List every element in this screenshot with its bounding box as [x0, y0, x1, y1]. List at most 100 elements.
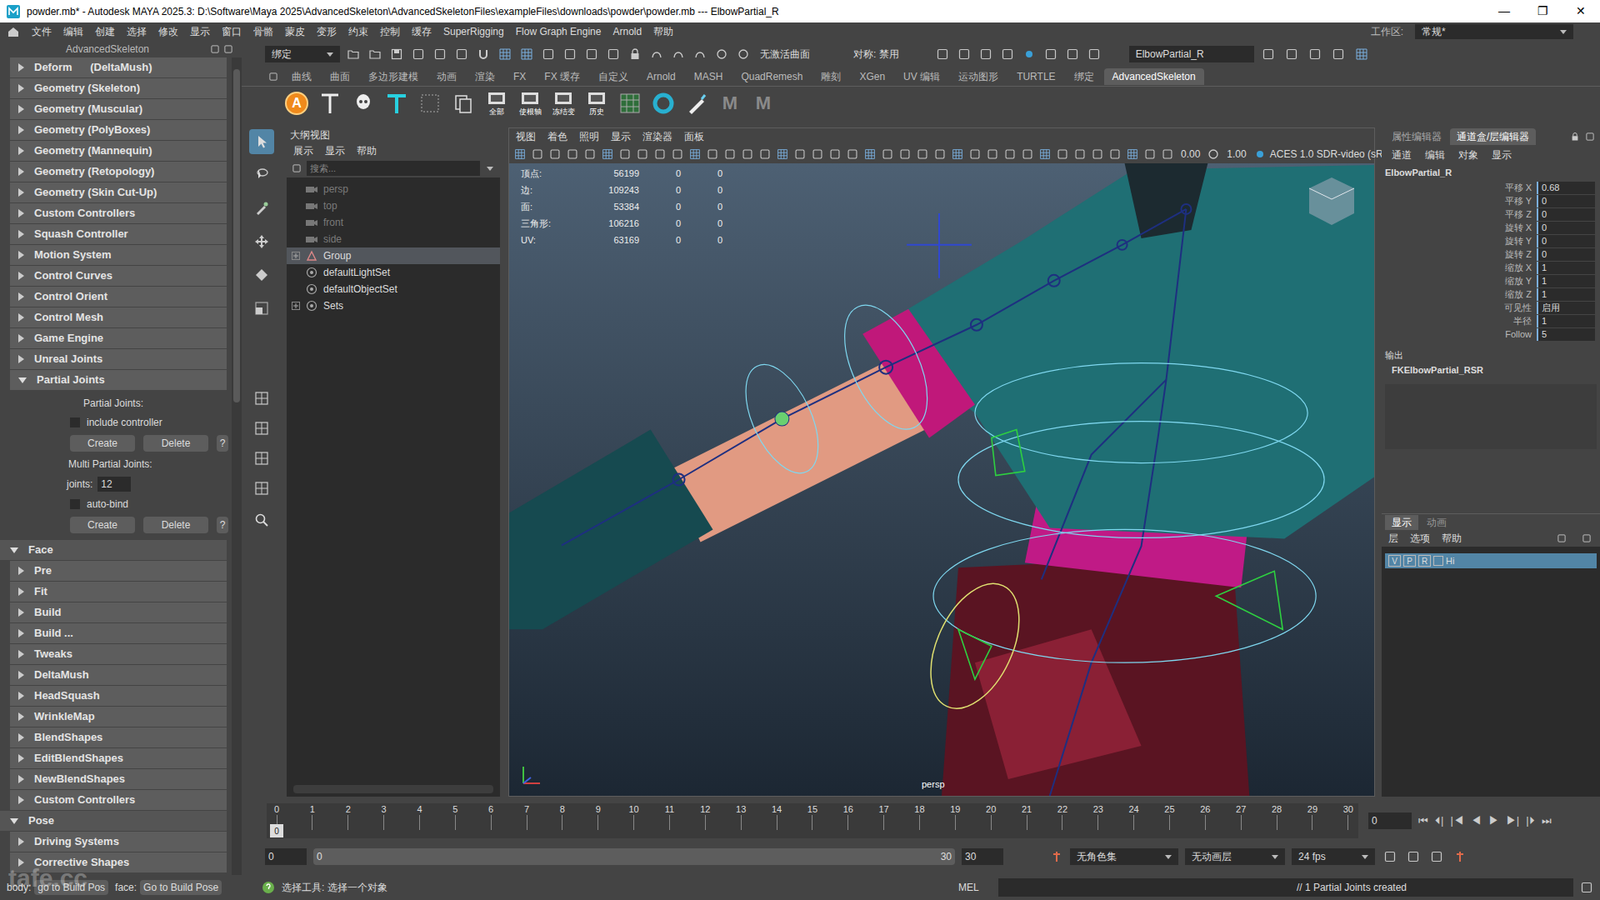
scroll-thumb[interactable]	[233, 69, 240, 403]
playback-button[interactable]: ▶	[1488, 812, 1500, 830]
viewport-menu-item[interactable]: 着色	[547, 129, 568, 145]
panel-tool-icon[interactable]	[828, 148, 842, 160]
section-header[interactable]: HeadSquash	[10, 685, 227, 706]
expand-arrow-icon[interactable]	[18, 691, 25, 700]
panel-tool-icon[interactable]	[688, 148, 702, 160]
channel-row[interactable]: 平移 Y0	[1381, 194, 1600, 208]
panel-tool-icon[interactable]	[968, 148, 982, 160]
shelf-tab[interactable]: 绑定	[1065, 68, 1103, 85]
outliner-item[interactable]: persp	[286, 180, 500, 198]
lasso-icon[interactable]	[249, 162, 275, 188]
name-field[interactable]: ElbowPartial_R	[1129, 45, 1255, 63]
menu-item[interactable]: 变形	[316, 24, 337, 40]
expand-box-icon[interactable]	[291, 251, 300, 260]
menu-item[interactable]: 蒙皮	[285, 24, 305, 40]
curve-icon[interactable]	[691, 47, 709, 61]
menu-item[interactable]: 修改	[158, 24, 179, 40]
outliner-search[interactable]	[306, 160, 480, 176]
mode-dropdown[interactable]: 绑定	[265, 45, 340, 63]
expand-arrow-icon[interactable]	[18, 84, 25, 93]
layout-2-icon[interactable]	[249, 447, 275, 470]
section-header[interactable]: Corrective Shapes	[10, 852, 227, 873]
panel-tool-icon[interactable]	[705, 148, 720, 160]
channel-menu-item[interactable]: 通道	[1391, 147, 1412, 163]
section-header[interactable]: Custom Controllers	[10, 790, 227, 810]
section-header[interactable]: Game Engine	[10, 328, 227, 349]
box-icon[interactable]	[431, 47, 449, 61]
key-icon[interactable]	[1451, 850, 1469, 864]
shelf-button[interactable]: A	[283, 89, 310, 118]
shelf-button[interactable]	[650, 89, 677, 118]
delete-button[interactable]: Delete	[143, 435, 209, 452]
expand-arrow-icon[interactable]	[18, 733, 25, 742]
playback-button[interactable]: ⏮	[1418, 812, 1429, 830]
shelf-button[interactable]: M	[716, 89, 744, 118]
joints-field[interactable]: 12	[97, 476, 131, 492]
section-header[interactable]: Geometry (Muscular)	[10, 99, 227, 120]
channel-row[interactable]: 缩放 Y1	[1381, 274, 1600, 288]
outliner-menu-item[interactable]: 帮助	[356, 143, 377, 159]
section-header[interactable]: Motion System	[10, 245, 227, 265]
playback-button[interactable]: ⏴|	[1435, 812, 1444, 830]
section-header[interactable]: Geometry (PolyBoxes)	[10, 120, 227, 140]
panel-tool-icon[interactable]	[583, 148, 597, 160]
curve-icon[interactable]	[648, 47, 665, 61]
channel-value[interactable]: 0	[1536, 248, 1595, 261]
expand-arrow-icon[interactable]	[18, 146, 25, 155]
panel-tool-icon[interactable]	[653, 148, 667, 160]
expand-arrow-icon[interactable]	[18, 587, 25, 596]
panel-tool-icon[interactable]	[548, 148, 562, 160]
delete-button[interactable]: Delete	[143, 516, 209, 534]
section-header[interactable]: Geometry (Skin Cut-Up)	[10, 182, 227, 203]
expand-arrow-icon[interactable]	[10, 818, 19, 825]
expand-arrow-icon[interactable]	[18, 858, 25, 867]
panel-tool-icon[interactable]	[740, 148, 755, 160]
shelf-button[interactable]	[350, 89, 377, 118]
start-field[interactable]: 0	[265, 848, 307, 865]
menu-item[interactable]: 文件	[31, 24, 52, 40]
panel-tool-icon[interactable]	[880, 148, 895, 160]
shelf-button[interactable]	[450, 89, 477, 118]
grid-icon[interactable]	[496, 47, 514, 61]
expand-arrow-icon[interactable]	[18, 566, 25, 575]
auto-bind-row[interactable]: auto-bind	[70, 496, 232, 512]
layer-toggle[interactable]: R	[1418, 555, 1431, 567]
channel-row[interactable]: 半径1	[1381, 314, 1600, 328]
layout-0-icon[interactable]	[249, 387, 275, 410]
shelf-tab[interactable]: 动画	[428, 68, 465, 85]
float-icon[interactable]	[210, 44, 220, 55]
exposure-field[interactable]: 0.00	[1177, 146, 1204, 162]
viewport-menu-item[interactable]: 视图	[515, 129, 536, 145]
current-frame-field[interactable]: 0	[1368, 812, 1412, 830]
window-control-button[interactable]: —	[1485, 2, 1524, 20]
channel-row[interactable]: 缩放 X1	[1381, 260, 1600, 275]
shelf-tab[interactable]: AdvancedSkeleton	[1104, 68, 1205, 85]
section-header[interactable]: Squash Controller	[10, 224, 227, 245]
box-icon[interactable]	[583, 47, 600, 61]
panel-tool-icon[interactable]	[985, 148, 1000, 160]
expand-arrow-icon[interactable]	[18, 608, 25, 617]
help-button[interactable]: ?	[216, 435, 229, 452]
shelf-button[interactable]	[683, 89, 710, 118]
paint-icon[interactable]	[249, 195, 275, 221]
shelf-tab[interactable]: 自定义	[590, 68, 637, 85]
tab-float-icon[interactable]	[1585, 131, 1595, 142]
channel-row[interactable]: 平移 Z0	[1381, 207, 1600, 221]
panel-tool-icon[interactable]	[793, 148, 807, 160]
menu-item[interactable]: 骨骼	[253, 24, 274, 40]
panel-tool-icon[interactable]	[933, 148, 947, 160]
expand-arrow-icon[interactable]	[18, 167, 25, 176]
shelf-button[interactable]	[316, 89, 344, 118]
panel-tool-icon[interactable]	[1038, 148, 1052, 160]
expand-arrow-icon[interactable]	[18, 754, 25, 763]
group-header[interactable]: Face	[0, 540, 227, 560]
folder-icon[interactable]	[345, 47, 362, 61]
section-header[interactable]: Deform (DeltaMush)	[10, 57, 227, 78]
expand-arrow-icon[interactable]	[18, 63, 25, 72]
viewport-canvas[interactable]: 顶点:5619900边:10924300面:5338400三角形:1062160…	[509, 163, 1375, 796]
shelf-tab[interactable]: 雕刻	[812, 68, 850, 85]
box-icon[interactable]	[1329, 47, 1348, 61]
shelf-tab[interactable]: 运动图形	[950, 68, 1007, 85]
layout-1-icon[interactable]	[249, 417, 275, 440]
section-header[interactable]: DeltaMush	[10, 665, 227, 685]
